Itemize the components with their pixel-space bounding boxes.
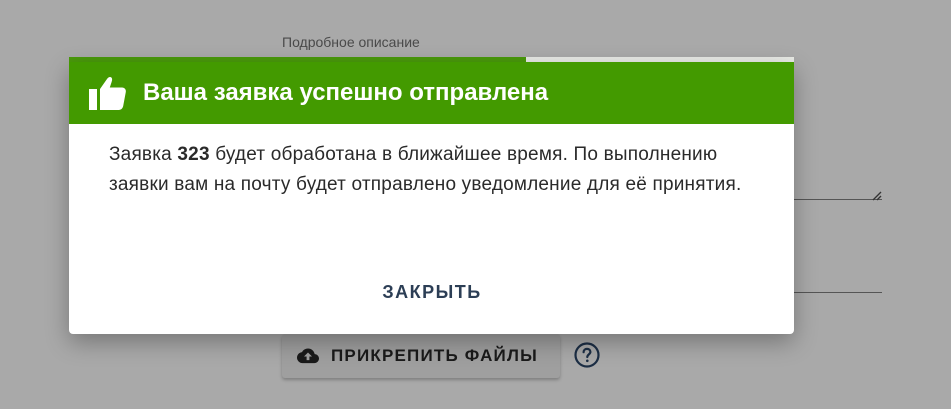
description-field-underline	[794, 199, 882, 200]
dialog-message: Заявка 323 будет обработана в ближайшее …	[109, 140, 749, 200]
thumbs-up-icon	[89, 76, 126, 110]
request-number: 323	[177, 144, 210, 165]
input-field-underline	[794, 292, 882, 293]
success-dialog: Ваша заявка успешно отправлена Заявка 32…	[69, 62, 794, 334]
close-button[interactable]: ЗАКРЫТЬ	[374, 274, 490, 310]
attach-files-label: ПРИКРЕПИТЬ ФАЙЛЫ	[331, 346, 538, 365]
message-prefix: Заявка	[109, 144, 178, 165]
dialog-title: Ваша заявка успешно отправлена	[143, 79, 549, 106]
cloud-upload-icon	[297, 347, 319, 365]
help-icon[interactable]	[574, 342, 600, 368]
description-label: Подробное описание	[282, 34, 420, 50]
textarea-resize-handle[interactable]	[870, 189, 882, 201]
dialog-header: Ваша заявка успешно отправлена	[69, 62, 794, 124]
attach-files-button[interactable]: ПРИКРЕПИТЬ ФАЙЛЫ	[282, 334, 560, 378]
